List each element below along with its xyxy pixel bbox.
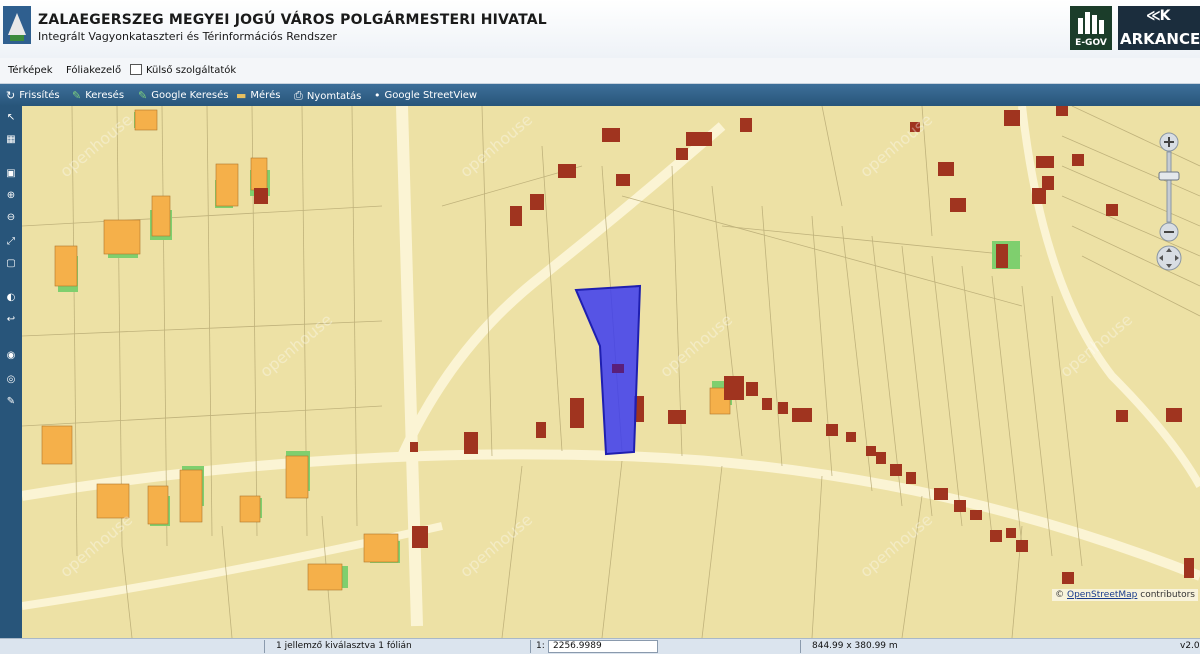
map-attribution: © OpenStreetMap contributors: [1052, 589, 1198, 601]
city-crest-icon: [3, 6, 31, 44]
divider: [530, 640, 531, 653]
zoom-box-icon[interactable]: ⤢: [4, 236, 18, 248]
zoom-slider-handle[interactable]: [1158, 171, 1180, 181]
streetview-icon: •: [374, 89, 381, 102]
page-title: ZALAEGERSZEG MEGYEI JOGÚ VÁROS POLGÁRMES…: [38, 12, 547, 28]
select-arrow-icon[interactable]: ↖: [4, 112, 18, 124]
search-button[interactable]: ✎ Keresés: [72, 89, 124, 102]
layer-icon[interactable]: ▣: [4, 168, 18, 180]
map-canvas[interactable]: openhouse openhouse openhouse openhouse …: [22, 106, 1200, 638]
external-services-icon: [130, 64, 142, 75]
divider: [800, 640, 801, 653]
menu-foliakezelo[interactable]: Fóliakezelő: [66, 65, 121, 76]
map-layer: [22, 106, 1200, 638]
google-search-icon: ✎: [138, 89, 148, 102]
scale-prefix: 1:: [536, 641, 545, 651]
edit-icon[interactable]: ✎: [4, 396, 18, 408]
zoom-slider-track[interactable]: [1166, 151, 1172, 223]
info-icon[interactable]: ◐: [4, 292, 18, 304]
identify-icon[interactable]: ▦: [4, 134, 18, 146]
print-button[interactable]: ⎙ Nyomtatás: [294, 89, 361, 103]
pan-control-icon[interactable]: [1156, 245, 1182, 271]
zoom-in-button[interactable]: [1159, 132, 1179, 152]
egov-logo: E-GOV: [1070, 6, 1112, 50]
refresh-button[interactable]: ↻ Frissítés: [6, 89, 60, 102]
back-icon[interactable]: ↩: [4, 314, 18, 326]
globe-layer-icon[interactable]: ◎: [4, 374, 18, 386]
full-extent-icon[interactable]: ▢: [4, 258, 18, 270]
zoom-out-tool-icon[interactable]: ⊖: [4, 212, 18, 224]
menu-bar: Térképek Fóliakezelő Külső szolgáltatók: [0, 58, 1200, 84]
divider: [264, 640, 265, 653]
zoom-out-button[interactable]: [1159, 222, 1179, 242]
openstreetmap-link[interactable]: OpenStreetMap: [1067, 590, 1137, 600]
page-subtitle: Integrált Vagyonkataszteri és Térinformá…: [38, 30, 337, 43]
measure-button[interactable]: ▬ Mérés: [236, 89, 280, 102]
print-icon: ⎙: [294, 89, 303, 102]
map-extent: 844.99 x 380.99 m: [812, 641, 898, 651]
google-search-button[interactable]: ✎ Google Keresés: [138, 89, 229, 102]
globe-icon[interactable]: ◉: [4, 350, 18, 362]
map-toolbar: ↻ Frissítés ✎ Keresés ✎ Google Keresés ▬ Mér…: [0, 84, 1200, 106]
zoom-in-tool-icon[interactable]: ⊕: [4, 190, 18, 202]
search-icon: ✎: [72, 89, 82, 102]
scale-input[interactable]: 2256.9989: [548, 640, 658, 653]
streetview-button[interactable]: • Google StreetView: [374, 89, 477, 102]
ruler-icon: ▬: [236, 89, 247, 102]
selection-status: 1 jellemző kiválasztva 1 fólián: [276, 641, 412, 651]
menu-kulso-szolgaltatok[interactable]: Külső szolgáltatók: [146, 65, 236, 76]
left-tool-panel: ↖ ▦ ▣ ⊕ ⊖ ⤢ ▢ ◐ ↩ ◉ ◎ ✎: [0, 106, 22, 638]
menu-terkepek[interactable]: Térképek: [8, 65, 53, 76]
app-header: ZALAEGERSZEG MEGYEI JOGÚ VÁROS POLGÁRMES…: [0, 0, 1200, 58]
zoom-control: [1156, 132, 1182, 271]
refresh-icon: ↻: [6, 89, 16, 102]
arkance-logo: ≪K ARKANCE: [1118, 6, 1200, 50]
status-bar: 1 jellemző kiválasztva 1 fólián 1: 2256.…: [0, 638, 1200, 654]
version-label: v2.0: [1180, 641, 1200, 651]
